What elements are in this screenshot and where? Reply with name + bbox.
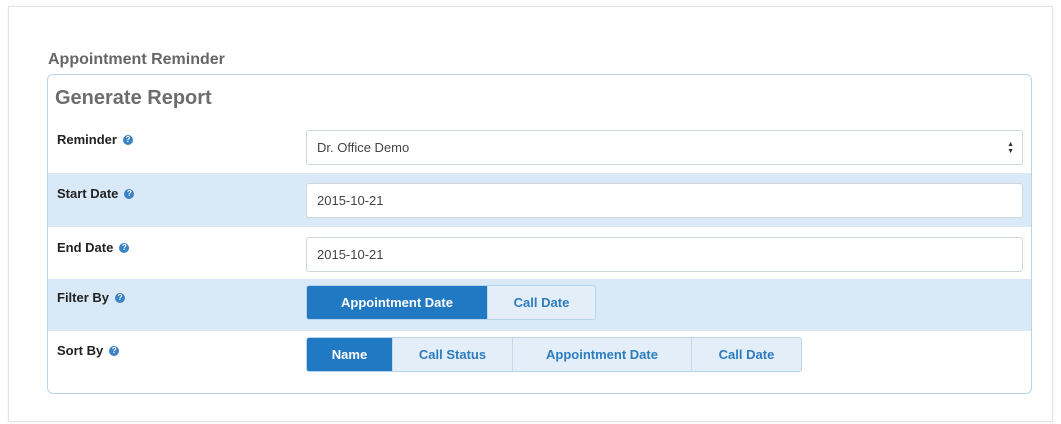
section-title: Appointment Reminder (48, 51, 225, 68)
start-date-label: Start Date (57, 186, 119, 201)
generate-report-panel: Generate Report Reminder ? Dr. Office De… (47, 74, 1032, 394)
help-icon[interactable]: ? (124, 188, 135, 199)
filter-by-row: Filter By ? Appointment Date Call Date (48, 279, 1031, 331)
help-icon[interactable]: ? (115, 292, 126, 303)
sort-by-row: Sort By ? Name Call Status Appointment D… (48, 331, 1031, 383)
reminder-select-value: Dr. Office Demo (317, 140, 410, 155)
sort-name-button[interactable]: Name (307, 338, 393, 371)
sort-by-label-wrap: Sort By ? (57, 343, 120, 358)
start-date-value: 2015-10-21 (317, 193, 384, 208)
end-date-row: End Date ? 2015-10-21 (48, 227, 1031, 279)
filter-call-date-button[interactable]: Call Date (488, 286, 595, 319)
help-icon[interactable]: ? (119, 242, 130, 253)
reminder-row: Reminder ? Dr. Office Demo ▲ ▼ (48, 121, 1031, 173)
reminder-select[interactable]: Dr. Office Demo ▲ ▼ (306, 130, 1023, 165)
sort-by-label: Sort By (57, 343, 104, 358)
sort-by-button-group: Name Call Status Appointment Date Call D… (306, 337, 802, 372)
updown-arrows-icon: ▲ ▼ (1007, 141, 1014, 155)
end-date-value: 2015-10-21 (317, 247, 384, 262)
end-date-label-wrap: End Date ? (57, 240, 130, 255)
start-date-label-wrap: Start Date ? (57, 186, 135, 201)
sort-call-status-button[interactable]: Call Status (393, 338, 513, 371)
help-icon[interactable]: ? (109, 345, 120, 356)
end-date-label: End Date (57, 240, 114, 255)
start-date-row: Start Date ? 2015-10-21 (48, 173, 1031, 227)
help-icon[interactable]: ? (122, 134, 133, 145)
filter-by-button-group: Appointment Date Call Date (306, 285, 596, 320)
reminder-label-wrap: Reminder ? (57, 132, 133, 147)
reminder-label: Reminder (57, 132, 117, 147)
filter-by-label: Filter By (57, 290, 110, 305)
start-date-input[interactable]: 2015-10-21 (306, 183, 1023, 218)
end-date-input[interactable]: 2015-10-21 (306, 237, 1023, 272)
sort-call-date-button[interactable]: Call Date (692, 338, 801, 371)
panel-title: Generate Report (55, 87, 212, 109)
filter-appointment-date-button[interactable]: Appointment Date (307, 286, 488, 319)
filter-by-label-wrap: Filter By ? (57, 290, 126, 305)
sort-appointment-date-button[interactable]: Appointment Date (513, 338, 692, 371)
report-card: Appointment Reminder Generate Report Rem… (8, 6, 1053, 422)
